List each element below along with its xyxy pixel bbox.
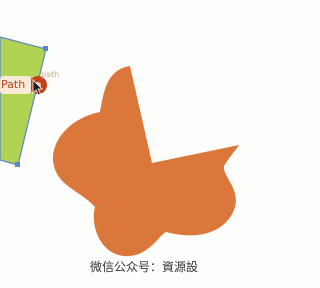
canvas: Path path 微信公众号：資源設 (0, 0, 288, 288)
drawing-surface (0, 36, 240, 257)
path-hint-label: path (41, 70, 60, 79)
green-panel[interactable] (0, 36, 48, 167)
green-panel-fill[interactable] (0, 36, 47, 166)
panel-handle-bottom[interactable] (15, 162, 20, 167)
path-label-chip[interactable]: Path (0, 76, 32, 94)
path-label: Path (1, 78, 26, 91)
watermark-text: 微信公众号：資源設 (89, 260, 198, 274)
panel-handle-top[interactable] (43, 46, 48, 51)
orange-blob-shape[interactable] (52, 66, 240, 257)
